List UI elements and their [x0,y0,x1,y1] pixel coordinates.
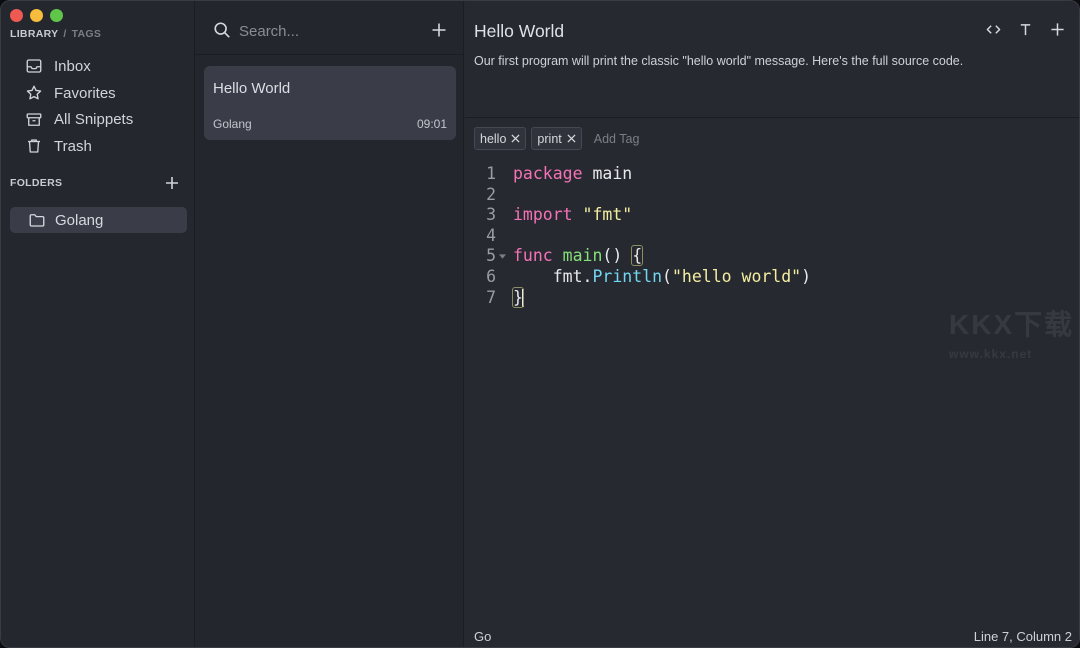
status-bar: Go Line 7, Column 2 [465,623,1080,648]
language-selector[interactable]: Go [474,629,491,644]
library-nav: Inbox Favorites All Snippets Trash [25,53,133,160]
text-format-icon [1018,22,1033,37]
trash-icon [25,137,43,155]
folder-label: Golang [55,212,103,229]
add-tag-input[interactable]: Add Tag [594,132,640,146]
code-text: } [513,288,524,309]
folders-label: FOLDERS [10,177,62,189]
snippet-time: 09:01 [417,117,447,131]
sidebar-item-inbox[interactable]: Inbox [25,53,133,80]
identifier-token: main [583,164,633,183]
line-number: 2 [465,185,496,206]
editor-toolbar [986,22,1065,37]
sidebar: LIBRARY / TAGS Inbox Favorites All Snipp… [1,1,195,648]
tag-chip[interactable]: hello [474,127,526,150]
text-cursor [522,289,524,307]
code-line: 6 fmt.Println("hello world") [465,267,1080,288]
code-editor[interactable]: 1 package main 2 3 import "fmt" 4 5 [465,164,1080,308]
fold-toggle[interactable] [496,246,513,267]
star-icon [25,84,43,102]
keyword-token: package [513,164,583,183]
snippet-title: Hello World [213,80,290,97]
code-line: 3 import "fmt" [465,205,1080,226]
code-line: 4 [465,226,1080,247]
string-token: "hello world" [672,267,801,286]
add-fragment-button[interactable] [1050,22,1065,37]
search-icon [213,21,231,39]
add-folder-icon[interactable] [164,175,180,191]
fold-arrow-icon [499,254,506,259]
line-number: 4 [465,226,496,247]
tag-bar: hello print Add Tag [474,127,639,150]
minimize-window-button[interactable] [30,9,43,22]
folders-header: FOLDERS [10,175,180,191]
app-window: LIBRARY / TAGS Inbox Favorites All Snipp… [0,0,1080,648]
matched-brace: { [632,246,642,265]
call-token: Println [592,267,662,286]
cursor-position: Line 7, Column 2 [974,629,1072,644]
remove-tag-icon[interactable] [567,134,576,143]
sidebar-item-all-snippets[interactable]: All Snippets [25,106,133,133]
zoom-window-button[interactable] [50,9,63,22]
line-number: 3 [465,205,496,226]
search-input[interactable] [239,19,419,43]
watermark: KKX下载 www.kkx.net [949,303,1074,361]
sidebar-item-label: Inbox [54,58,91,75]
tab-separator: / [63,28,66,40]
window-controls [10,9,63,22]
sidebar-item-label: Favorites [54,85,116,102]
library-tab[interactable]: LIBRARY [10,28,58,40]
line-number: 7 [465,288,496,309]
search-bar [195,1,464,55]
inbox-icon [25,57,43,75]
keyword-token: func [513,246,563,265]
add-snippet-icon[interactable] [431,22,447,38]
sidebar-item-favorites[interactable]: Favorites [25,80,133,107]
snippet-folder: Golang [213,117,252,131]
sidebar-item-trash[interactable]: Trash [25,133,133,160]
line-number: 1 [465,164,496,185]
archive-icon [25,111,43,129]
editor-pane: Hello World Our first program will print… [465,1,1080,648]
code-line: 2 [465,185,1080,206]
punct-token: ( [662,267,672,286]
watermark-url: www.kkx.net [949,347,1074,361]
snippet-name[interactable]: Hello World [474,21,564,42]
folder-icon [28,211,46,229]
code-line: 5 func main() { [465,246,1080,267]
divider [465,117,1080,118]
remove-tag-icon[interactable] [511,134,520,143]
code-preview-button[interactable] [986,22,1001,37]
line-number: 5 [465,246,496,267]
code-text: package main [513,164,632,185]
string-token: "fmt" [583,205,633,224]
code-icon [986,22,1001,37]
sidebar-item-label: All Snippets [54,111,133,128]
function-token: main [563,246,603,265]
tag-label: hello [480,132,506,146]
tag-label: print [537,132,561,146]
format-text-button[interactable] [1018,22,1033,37]
snippet-description[interactable]: Our first program will print the classic… [474,54,963,68]
sidebar-item-label: Trash [54,138,92,155]
code-text: func main() { [513,246,642,267]
keyword-token: import [513,205,583,224]
identifier-token: fmt. [513,267,592,286]
library-tags-switch: LIBRARY / TAGS [10,28,101,40]
code-text: fmt.Println("hello world") [513,267,811,288]
code-text: import "fmt" [513,205,632,226]
tag-chip[interactable]: print [531,127,581,150]
punct-token: ) [801,267,811,286]
punct-token: () [602,246,632,265]
tags-tab[interactable]: TAGS [72,28,102,40]
close-window-button[interactable] [10,9,23,22]
line-number: 6 [465,267,496,288]
snippet-list-pane: Hello World Golang 09:01 [195,1,464,648]
plus-icon [1050,22,1065,37]
code-line: 1 package main [465,164,1080,185]
watermark-brand: KKX下载 [949,303,1074,343]
sidebar-folder-golang[interactable]: Golang [10,207,187,233]
snippet-card[interactable]: Hello World Golang 09:01 [204,66,456,140]
